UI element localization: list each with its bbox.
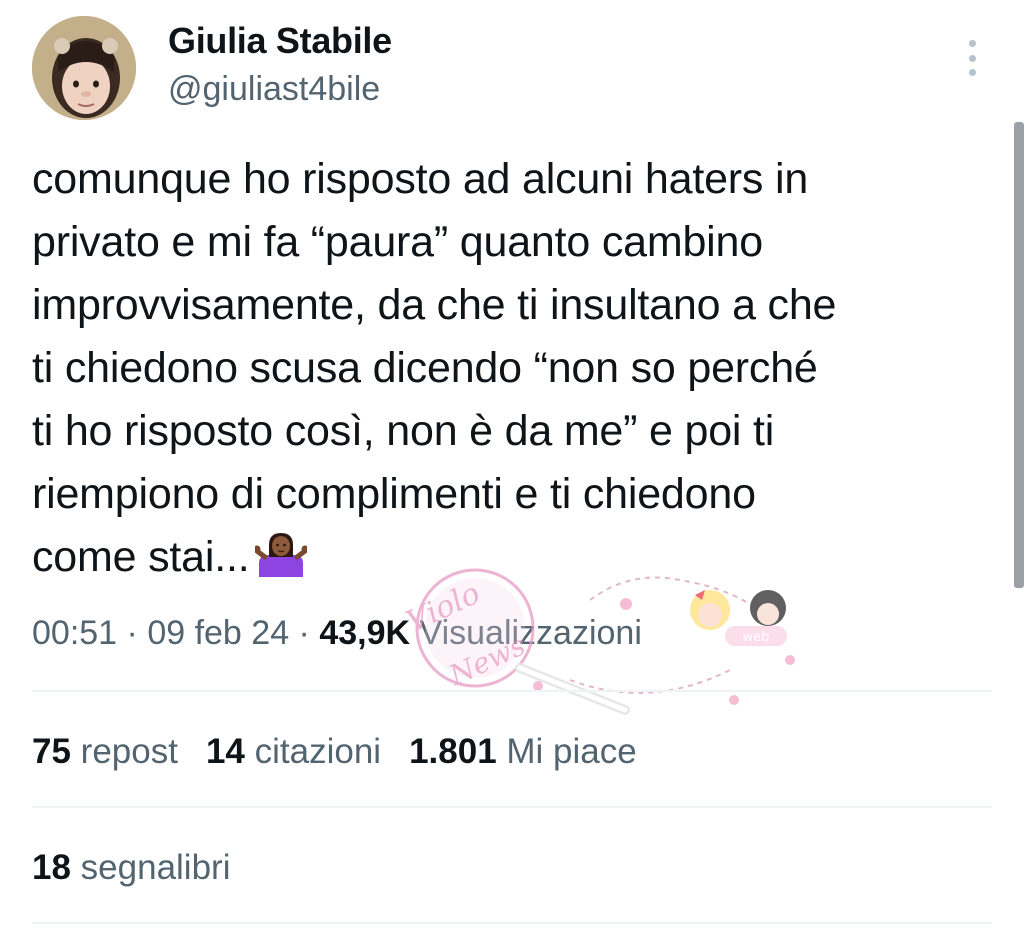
- tweet-line-last: come stai...: [32, 526, 992, 597]
- likes-count: 1.801: [409, 732, 497, 771]
- bookmarks-count: 18: [32, 848, 71, 887]
- more-dot: [968, 40, 976, 47]
- author-handle[interactable]: @giuliast4bile: [168, 70, 380, 109]
- likes-label: Mi piace: [506, 732, 637, 771]
- tweet-line: ti ho risposto così, non è da me” e poi …: [32, 407, 775, 455]
- tweet-line: improvvisamente, da che ti insultano a c…: [32, 281, 837, 329]
- author-display-name[interactable]: Giulia Stabile: [168, 20, 392, 62]
- tweet-text: comunque ho risposto ad alcuni haters in…: [32, 148, 992, 597]
- views-label[interactable]: Visualizzazioni: [420, 614, 642, 652]
- divider: [32, 806, 992, 808]
- avatar-image: [32, 16, 136, 120]
- divider: [32, 690, 992, 692]
- divider: [32, 922, 992, 924]
- reposts-label: repost: [80, 732, 178, 771]
- more-dot: [968, 54, 976, 62]
- avatar[interactable]: [32, 16, 136, 120]
- tweet-line: privato e mi fa “paura” quanto cambino: [32, 218, 763, 266]
- reposts-count: 75: [32, 732, 71, 771]
- tweet-time[interactable]: 00:51: [32, 614, 117, 652]
- tweet-line: riempiono di complimenti e ti chiedono: [32, 470, 756, 518]
- tweet-meta: 00:51 · 09 feb 24 · 43,9K Visualizzazion…: [32, 614, 642, 653]
- scrollbar[interactable]: [1014, 122, 1024, 588]
- more-dot: [968, 69, 976, 76]
- bookmarks-label: segnalibri: [80, 848, 231, 887]
- views-count[interactable]: 43,9K: [319, 614, 410, 652]
- likes-stat[interactable]: 1.801 Mi piace: [409, 732, 637, 771]
- meta-separator: ·: [289, 614, 320, 652]
- engagement-stats: 75 repost 14 citazioni 1.801 Mi piace: [32, 732, 665, 772]
- tweet-line: comunque ho risposto ad alcuni haters in: [32, 155, 809, 203]
- tweet-line: ti chiedono scusa dicendo “non so perché: [32, 344, 818, 392]
- quotes-stat[interactable]: 14 citazioni: [206, 732, 381, 771]
- meta-separator: ·: [117, 614, 148, 652]
- quotes-label: citazioni: [254, 732, 382, 771]
- watermark-badge: web: [743, 630, 770, 645]
- more-vertical-icon[interactable]: [956, 38, 988, 78]
- tweet-date[interactable]: 09 feb 24: [147, 614, 289, 652]
- quotes-count: 14: [205, 732, 245, 771]
- bookmarks-stat[interactable]: 18 segnalibri: [32, 848, 230, 888]
- reposts-stat[interactable]: 75 repost: [32, 732, 178, 771]
- tweet-line: come stai...: [32, 533, 250, 581]
- person-shrugging-emoji: [253, 531, 309, 597]
